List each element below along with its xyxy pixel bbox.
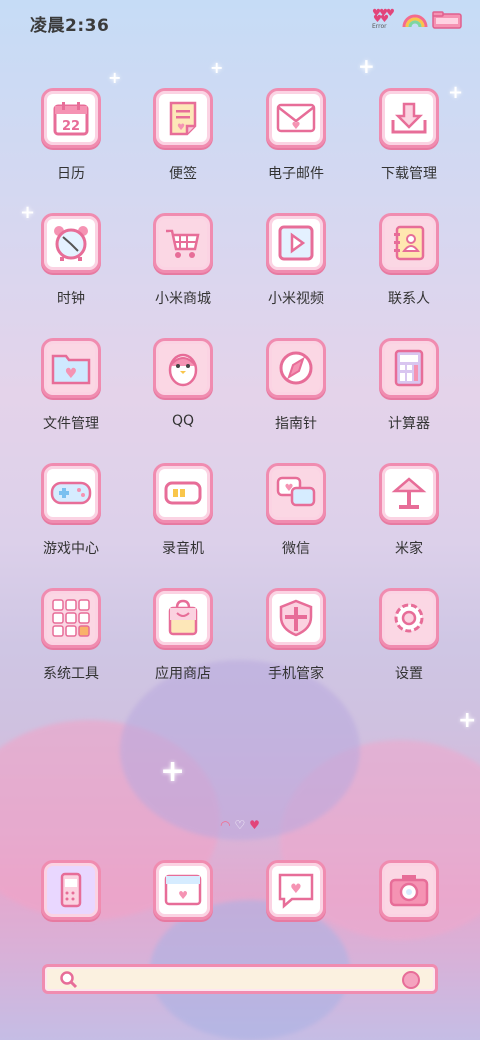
download-icon [391, 102, 427, 134]
app-calendar[interactable]: 22 日历 [16, 88, 126, 198]
camera-icon [389, 875, 429, 907]
app-mi-store[interactable]: 小米商城 [128, 213, 238, 323]
app-label: 系统工具 [43, 666, 99, 682]
folder-battery-icon [432, 11, 462, 29]
status-time: 凌晨2:36 [30, 16, 110, 36]
page-indicator[interactable]: ◠ ♡ ♥ [0, 818, 480, 832]
dock-camera[interactable] [354, 860, 464, 970]
status-icons: ♥♥♥ ♥♥ Error [372, 8, 462, 32]
search-bar[interactable] [42, 964, 438, 994]
penguin-icon [168, 353, 198, 387]
app-contacts[interactable]: 联系人 [354, 213, 464, 323]
rainbow-icon [402, 14, 428, 28]
svg-text:♥: ♥ [292, 121, 301, 132]
contacts-icon [394, 225, 425, 261]
app-label: 文件管理 [43, 416, 99, 432]
calendar-icon: 22 [53, 102, 89, 136]
app-system-tools[interactable]: 系统工具 [16, 588, 126, 698]
shopping-bag-icon [168, 599, 198, 636]
gamepad-icon [50, 481, 92, 505]
app-calculator[interactable]: 计算器 [354, 338, 464, 448]
heart-filled-icon: ♥ [249, 818, 260, 832]
phone-icon [60, 872, 82, 908]
compass-icon [279, 351, 313, 385]
app-label: 日历 [57, 166, 85, 182]
browser-icon: ♥ [164, 874, 202, 906]
notes-icon: ♥ [169, 101, 197, 136]
app-mijia[interactable]: 米家 [354, 463, 464, 573]
app-game-center[interactable]: 游戏中心 [16, 463, 126, 573]
app-label: 下载管理 [381, 166, 437, 182]
app-wechat[interactable]: ♥ 微信 [241, 463, 351, 573]
app-label: 米家 [395, 541, 423, 557]
app-label: QQ [171, 413, 195, 429]
search-icon [60, 971, 78, 989]
app-compass[interactable]: 指南针 [241, 338, 351, 448]
app-label: 应用商店 [155, 666, 211, 682]
app-notes[interactable]: ♥ 便签 [128, 88, 238, 198]
svg-text:♥: ♥ [177, 123, 185, 133]
app-recorder[interactable]: 录音机 [128, 463, 238, 573]
status-bar: 凌晨2:36 ♥♥♥ ♥♥ Error [0, 0, 480, 44]
app-mi-video[interactable]: 小米视频 [241, 213, 351, 323]
battery-error-text: Error [372, 23, 387, 30]
message-icon: ♥ [278, 873, 314, 909]
app-settings[interactable]: 设置 [354, 588, 464, 698]
app-phone-manager[interactable]: 手机管家 [241, 588, 351, 698]
clock-icon [54, 226, 88, 261]
calendar-date: 22 [62, 119, 80, 134]
sparkle: + [108, 68, 122, 87]
dock-messages[interactable]: ♥ [241, 860, 351, 970]
sparkle: + [358, 54, 375, 78]
app-files[interactable]: ♥ 文件管理 [16, 338, 126, 448]
folder-icon: ♥ [51, 354, 91, 385]
app-app-store[interactable]: 应用商店 [128, 588, 238, 698]
app-label: 计算器 [388, 416, 430, 432]
app-label: 小米视频 [268, 291, 324, 307]
sparkle: + [160, 754, 186, 789]
gear-icon [394, 603, 424, 633]
app-clock[interactable]: 时钟 [16, 213, 126, 323]
calculator-icon [394, 349, 424, 387]
app-label: 指南针 [275, 416, 317, 432]
app-label: 录音机 [162, 541, 204, 557]
app-label: 微信 [282, 541, 310, 557]
sparkle: + [210, 58, 224, 77]
dock-browser[interactable]: ♥ [128, 860, 238, 970]
rainbow-icon: ◠ [220, 818, 231, 832]
sparkle: + [458, 708, 477, 733]
app-label: 小米商城 [155, 291, 211, 307]
shield-icon [279, 599, 313, 637]
app-qq[interactable]: QQ [128, 338, 238, 448]
app-download[interactable]: 下载管理 [354, 88, 464, 198]
svg-text:♥: ♥ [65, 366, 78, 382]
tools-folder-icon [52, 599, 90, 637]
video-icon [278, 225, 314, 261]
dock-phone[interactable] [16, 860, 126, 970]
app-email[interactable]: ♥ 电子邮件 [241, 88, 351, 198]
mic-icon[interactable] [401, 970, 421, 990]
svg-text:♥: ♥ [178, 889, 188, 902]
app-label: 手机管家 [268, 666, 324, 682]
chat-icon: ♥ [276, 476, 316, 507]
dock: ♥ ♥ [0, 860, 480, 924]
svg-text:♥: ♥ [285, 483, 294, 494]
recorder-icon [164, 481, 202, 505]
cart-icon [166, 229, 200, 258]
svg-text:♥: ♥ [290, 882, 302, 897]
app-label: 设置 [395, 666, 423, 682]
app-label: 游戏中心 [43, 541, 99, 557]
mail-icon: ♥ [276, 103, 316, 133]
app-label: 电子邮件 [268, 166, 324, 182]
app-label: 联系人 [388, 291, 430, 307]
signal-hearts-icon: ♥♥♥ ♥♥ Error [372, 8, 395, 30]
heart-outline-icon: ♡ [234, 818, 246, 832]
app-label: 便签 [169, 166, 197, 182]
app-label: 时钟 [57, 291, 85, 307]
lamp-icon [391, 477, 427, 509]
